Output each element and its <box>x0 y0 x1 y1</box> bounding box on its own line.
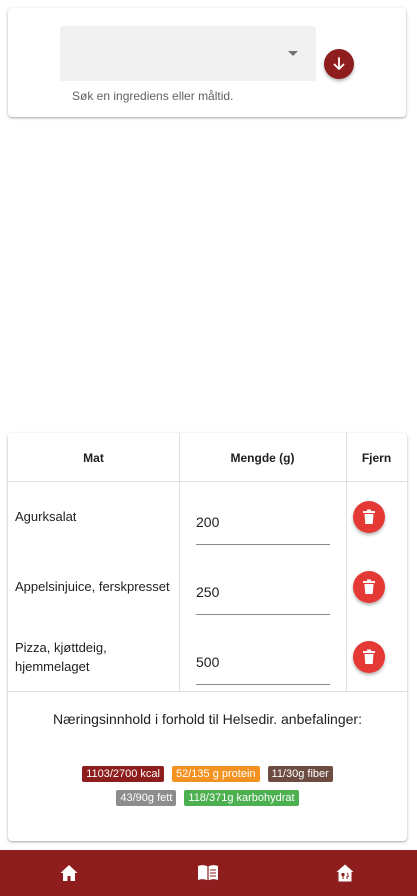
fiber-badge: 11/30g fiber <box>267 766 333 782</box>
nutrition-badges-row-2: 43/90g fett 118/371g karbohydrat <box>8 790 407 806</box>
food-name: Appelsinjuice, ferskpresset <box>15 579 170 594</box>
nav-recipes[interactable] <box>187 850 227 896</box>
submit-arrow-button[interactable] <box>324 49 354 79</box>
trash-icon <box>363 579 375 594</box>
trash-icon <box>363 649 375 664</box>
nav-home[interactable] <box>49 850 89 896</box>
ingredient-select[interactable] <box>60 26 316 81</box>
carbs-badge: 118/371g karbohydrat <box>184 790 299 806</box>
nutrition-title: Næringsinnhold i forhold til Helsedir. a… <box>53 711 362 727</box>
kcal-badge: 1103/2700 kcal <box>82 766 164 782</box>
header-food: Mat <box>83 450 104 465</box>
amount-input[interactable]: 500 <box>196 645 330 685</box>
input-underline <box>196 684 330 685</box>
arrow-down-icon <box>333 57 345 70</box>
amount-input[interactable]: 200 <box>196 505 330 545</box>
protein-badge: 52/135 g protein <box>172 766 260 782</box>
search-helper-text: Søk en ingrediens eller måltid. <box>72 89 234 103</box>
food-name: Agurksalat <box>15 509 77 524</box>
food-name: Pizza, kjøttdeig, hjemmelaget <box>15 640 107 674</box>
trash-icon <box>363 509 375 524</box>
book-icon <box>198 865 218 881</box>
amount-value: 250 <box>196 584 220 600</box>
house-food-icon <box>336 864 354 882</box>
delete-button[interactable] <box>353 571 385 603</box>
home-icon <box>60 865 78 881</box>
amount-value: 200 <box>196 514 220 530</box>
delete-button[interactable] <box>353 641 385 673</box>
input-underline <box>196 614 330 615</box>
bottom-navigation <box>0 850 417 896</box>
header-amount: Mengde (g) <box>230 450 295 465</box>
food-table-card: Mat Mengde (g) Fjern Agurksalat 200 Appe… <box>8 433 407 841</box>
input-underline <box>196 544 330 545</box>
delete-button[interactable] <box>353 501 385 533</box>
header-divider <box>8 481 407 482</box>
column-divider <box>179 433 180 691</box>
search-card: Søk en ingrediens eller måltid. <box>8 8 406 117</box>
table-bottom-divider <box>8 691 407 692</box>
amount-value: 500 <box>196 654 220 670</box>
nav-meals[interactable] <box>325 850 365 896</box>
nutrition-badges-row-1: 1103/2700 kcal 52/135 g protein 11/30g f… <box>8 766 407 782</box>
fat-badge: 43/90g fett <box>116 790 177 806</box>
dropdown-arrow-icon <box>288 51 298 56</box>
header-remove: Fjern <box>361 450 392 465</box>
amount-input[interactable]: 250 <box>196 575 330 615</box>
column-divider <box>346 433 347 691</box>
